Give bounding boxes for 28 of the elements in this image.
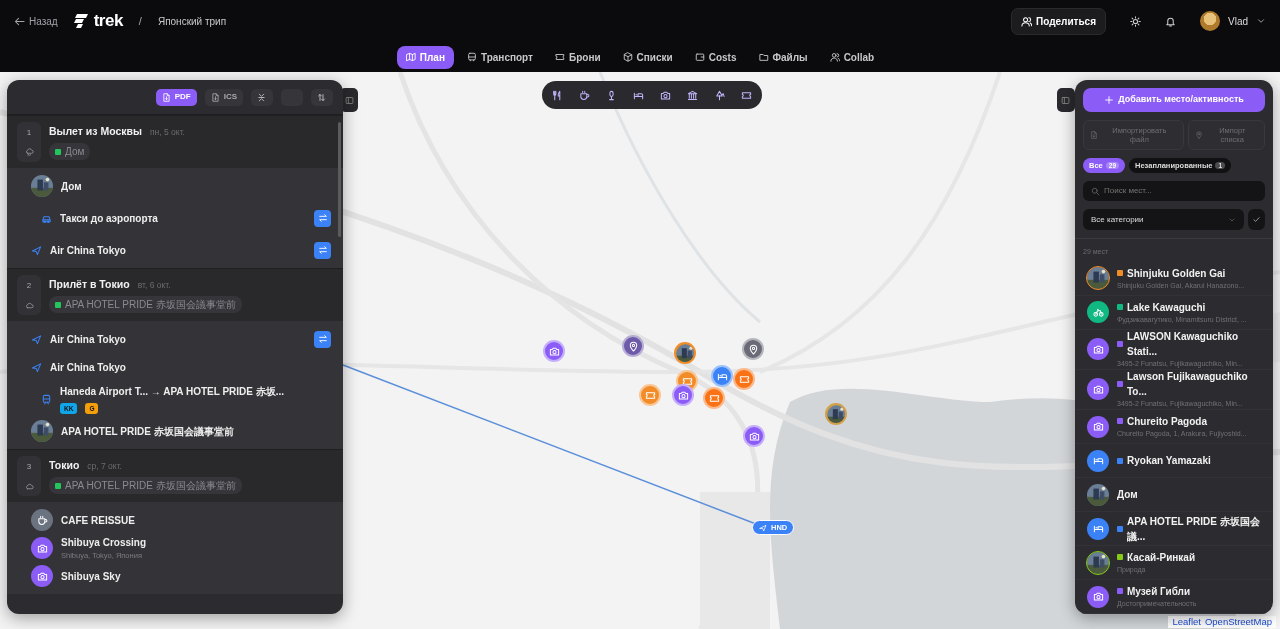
nav-tab[interactable]: Брони bbox=[546, 45, 610, 69]
nav-tab[interactable]: Costs bbox=[685, 45, 746, 69]
chevron-down-icon bbox=[1256, 16, 1266, 26]
user-menu-button[interactable]: Vlad bbox=[1200, 11, 1266, 31]
trip-title: Японский трип bbox=[157, 14, 227, 29]
logo-icon bbox=[73, 14, 90, 28]
notifications-button[interactable] bbox=[1165, 15, 1176, 27]
box-icon bbox=[622, 52, 633, 62]
users-icon bbox=[1020, 15, 1032, 27]
theme-toggle-button[interactable] bbox=[1130, 15, 1141, 27]
nav-tab[interactable]: Файлы bbox=[749, 45, 817, 69]
bus-icon bbox=[466, 52, 477, 62]
share-button[interactable]: Поделиться bbox=[1010, 7, 1106, 35]
sun-icon bbox=[1130, 15, 1141, 27]
back-arrow-icon bbox=[14, 15, 25, 27]
logo-text: trek bbox=[93, 10, 123, 33]
nav-tab[interactable]: Транспорт bbox=[457, 45, 542, 69]
nav-tab[interactable]: План bbox=[396, 45, 454, 69]
wallet-icon bbox=[694, 52, 705, 62]
nav-tab[interactable]: Collab bbox=[820, 45, 884, 69]
map-icon bbox=[405, 52, 416, 62]
ticket-icon bbox=[555, 52, 565, 62]
nav-tab[interactable]: Списки bbox=[613, 45, 682, 69]
bell-icon bbox=[1165, 15, 1176, 27]
folder-icon bbox=[758, 52, 769, 62]
breadcrumb-separator: / bbox=[138, 13, 142, 29]
back-link[interactable]: Назад bbox=[14, 13, 58, 29]
users-icon bbox=[829, 52, 840, 62]
